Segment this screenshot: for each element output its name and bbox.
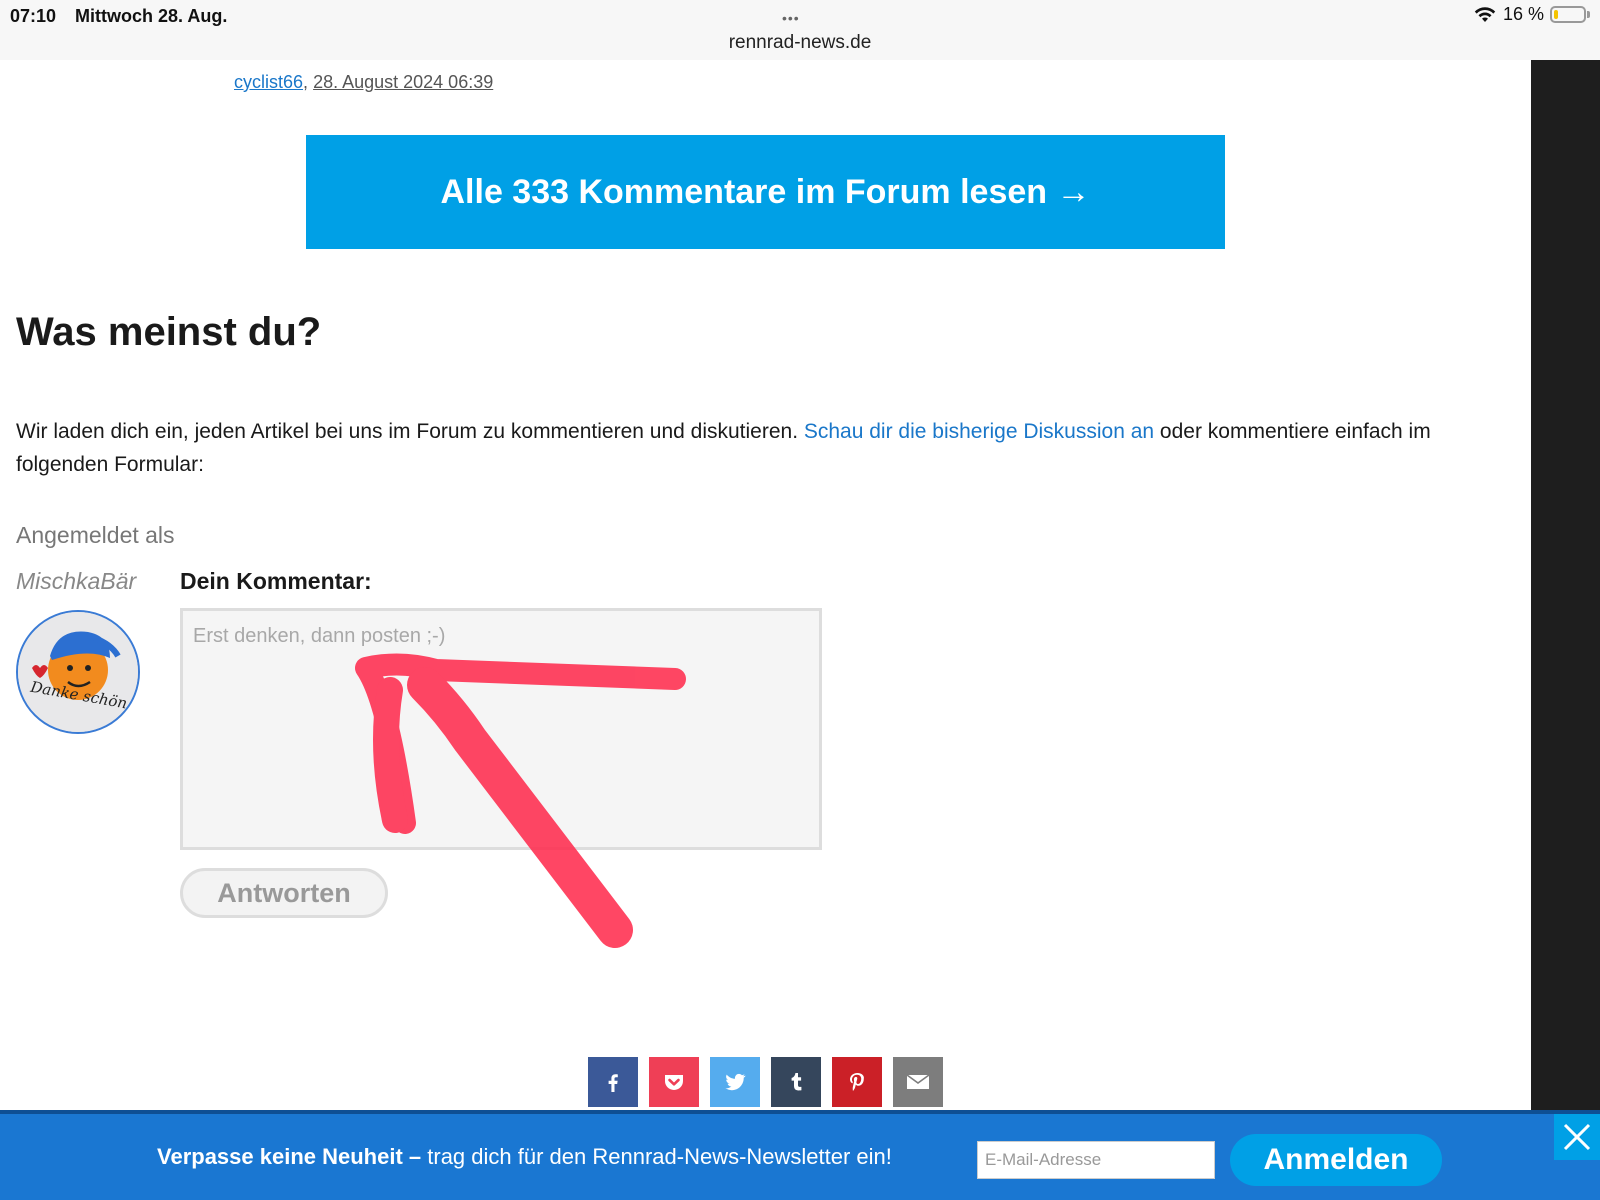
newsletter-close-button[interactable] [1554, 1114, 1600, 1160]
right-side-panel [1531, 60, 1600, 1110]
newsletter-body-text: trag dich für den Rennrad-News-Newslette… [421, 1144, 892, 1169]
comment-label: Dein Kommentar: [180, 568, 372, 594]
pocket-icon [665, 1075, 683, 1090]
battery-icon [1550, 6, 1586, 23]
facebook-icon [608, 1074, 618, 1092]
close-icon [1563, 1123, 1591, 1151]
byline-separator: , [303, 72, 309, 92]
address-domain[interactable]: rennrad-news.de [0, 32, 1600, 54]
logged-in-label: Angemeldet als [16, 522, 175, 548]
author-link[interactable]: cyclist66 [234, 72, 303, 92]
tumblr-icon [791, 1073, 802, 1091]
share-row [588, 1057, 943, 1107]
share-email-button[interactable] [893, 1057, 943, 1107]
newsletter-email-input[interactable] [977, 1141, 1215, 1179]
avatar: Danke schön [16, 610, 140, 734]
battery-fill [1554, 10, 1558, 19]
status-bar: 07:10 Mittwoch 28. Aug. ••• rennrad-news… [0, 0, 1600, 61]
article-page: cyclist66, 28. August 2024 06:39 Alle 33… [0, 60, 1531, 1110]
battery-percent: 16 % [1502, 4, 1544, 24]
read-forum-button[interactable]: Alle 333 Kommentare im Forum lesen → [306, 135, 1225, 249]
newsletter-bold-text: Verpasse keine Neuheit – [157, 1144, 422, 1169]
wifi-icon [1474, 6, 1496, 22]
discussion-link[interactable]: Schau dir die bisherige Diskussion an [804, 420, 1154, 443]
mail-icon [906, 1074, 930, 1089]
share-tumblr-button[interactable] [771, 1057, 821, 1107]
share-pinterest-button[interactable] [832, 1057, 882, 1107]
intro-text-before: Wir laden dich ein, jeden Artikel bei un… [16, 420, 804, 443]
avatar-emoji-icon: Danke schön [18, 612, 138, 732]
share-pocket-button[interactable] [649, 1057, 699, 1107]
pinterest-icon [850, 1073, 864, 1091]
newsletter-text: Verpasse keine Neuheit – trag dich für d… [157, 1144, 892, 1170]
newsletter-bar: Verpasse keine Neuheit – trag dich für d… [0, 1110, 1600, 1200]
section-title: Was meinst du? [16, 310, 322, 354]
status-time: 07:10 [10, 6, 57, 26]
username: MischkaBär [16, 568, 137, 594]
comment-date-link[interactable]: 28. August 2024 06:39 [313, 72, 493, 92]
status-date: Mittwoch 28. Aug. [75, 6, 228, 26]
share-twitter-button[interactable] [710, 1057, 760, 1107]
multitasking-dots[interactable]: ••• [782, 10, 800, 26]
comment-byline: cyclist66, 28. August 2024 06:39 [234, 72, 493, 93]
reply-button[interactable]: Antworten [180, 868, 388, 918]
newsletter-subscribe-button[interactable]: Anmelden [1230, 1134, 1442, 1186]
comment-textarea[interactable] [180, 608, 822, 850]
intro-paragraph: Wir laden dich ein, jeden Artikel bei un… [16, 415, 1516, 481]
battery-nub [1587, 11, 1590, 18]
share-facebook-button[interactable] [588, 1057, 638, 1107]
twitter-icon [725, 1073, 746, 1091]
status-right: 16 % [1473, 4, 1590, 25]
